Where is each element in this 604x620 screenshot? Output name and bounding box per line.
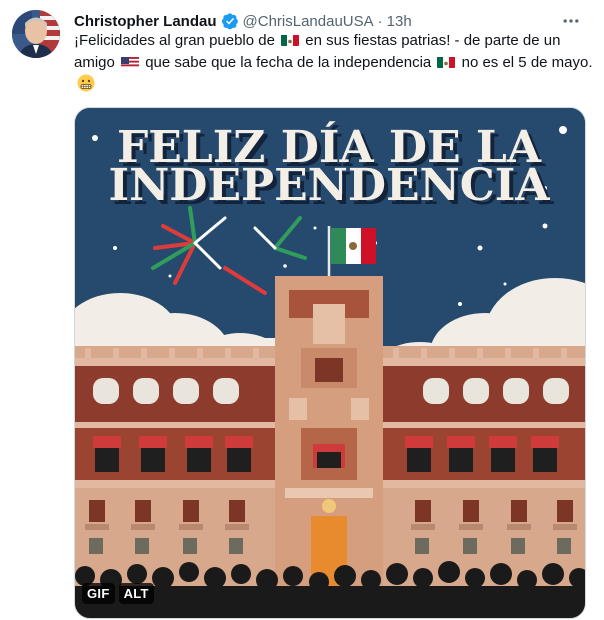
more-horizontal-icon: [563, 19, 579, 23]
header-separator: ·: [377, 12, 383, 30]
tweet-text-segment: que sabe que la fecha de la independenci…: [141, 54, 436, 71]
mexico-flag-icon: [437, 55, 456, 68]
grimacing-face-icon: [77, 74, 95, 92]
tweet-text-segment: ¡Felicidades al gran pueblo de: [74, 32, 280, 49]
author-handle[interactable]: @ChrisLandauUSA: [243, 13, 374, 30]
tweet-media-gif[interactable]: FELIZ DÍA DE LA FELIZ DÍA DE LA INDEPEND…: [74, 107, 586, 619]
us-flag-icon: [121, 55, 140, 68]
gif-title-line-2: INDEPENDENCIA: [109, 160, 551, 211]
gif-badge: GIF: [82, 583, 115, 604]
media-badges: GIF ALT: [82, 583, 154, 604]
author-name[interactable]: Christopher Landau: [74, 13, 217, 30]
tweet-text-segment: no es el 5 de mayo.: [457, 54, 593, 71]
tweet-timestamp[interactable]: 13h: [387, 13, 412, 30]
mexico-flag-icon: [281, 33, 300, 46]
avatar[interactable]: [12, 10, 60, 58]
gif-illustration: FELIZ DÍA DE LA FELIZ DÍA DE LA INDEPEND…: [75, 108, 585, 618]
alt-text-button[interactable]: ALT: [118, 583, 154, 604]
gif-title: FELIZ DÍA DE LA FELIZ DÍA DE LA INDEPEND…: [109, 120, 555, 215]
tweet: Christopher Landau @ChrisLandauUSA · 13h…: [0, 0, 604, 620]
avatar-image: [12, 10, 60, 58]
verified-badge-icon: [221, 12, 239, 30]
tweet-text: ¡Felicidades al gran pueblo de en sus fi…: [74, 30, 594, 96]
tweet-header: Christopher Landau @ChrisLandauUSA · 13h: [74, 10, 412, 32]
